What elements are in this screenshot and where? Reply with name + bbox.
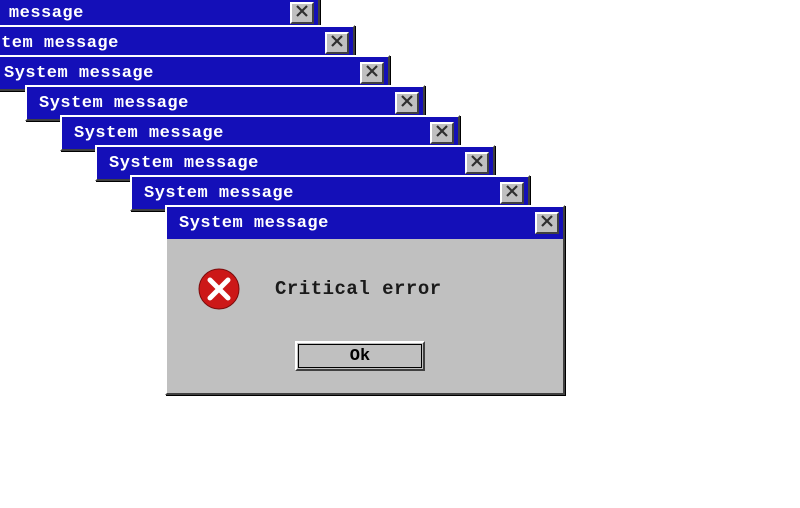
titlebar-text: System message xyxy=(179,214,329,233)
titlebar-text: System message xyxy=(144,184,294,203)
close-icon xyxy=(436,124,448,142)
titlebar[interactable]: System message xyxy=(167,207,563,239)
system-message-dialog: System message Critical error Ok xyxy=(165,205,565,395)
close-icon xyxy=(506,184,518,202)
close-icon xyxy=(401,94,413,112)
close-icon xyxy=(471,154,483,172)
titlebar-text: System message xyxy=(109,154,259,173)
close-icon xyxy=(541,214,553,232)
close-icon xyxy=(296,4,308,22)
titlebar-text: System message xyxy=(0,34,119,53)
message-row: Critical error xyxy=(197,267,543,311)
close-button[interactable] xyxy=(325,32,349,54)
close-button[interactable] xyxy=(395,92,419,114)
close-icon xyxy=(366,64,378,82)
dialog-body: Critical error Ok xyxy=(167,239,563,393)
close-button[interactable] xyxy=(360,62,384,84)
titlebar-text: System message xyxy=(74,124,224,143)
close-icon xyxy=(331,34,343,52)
titlebar-text: System message xyxy=(4,64,154,83)
button-row: Ok xyxy=(197,341,543,371)
close-button[interactable] xyxy=(430,122,454,144)
close-button[interactable] xyxy=(465,152,489,174)
close-button[interactable] xyxy=(290,2,314,24)
titlebar-text: System message xyxy=(0,4,84,23)
close-button[interactable] xyxy=(500,182,524,204)
ok-button-label: Ok xyxy=(350,347,370,366)
ok-button[interactable]: Ok xyxy=(295,341,425,371)
error-icon xyxy=(197,267,241,311)
close-button[interactable] xyxy=(535,212,559,234)
titlebar-text: System message xyxy=(39,94,189,113)
message-text: Critical error xyxy=(275,278,442,300)
